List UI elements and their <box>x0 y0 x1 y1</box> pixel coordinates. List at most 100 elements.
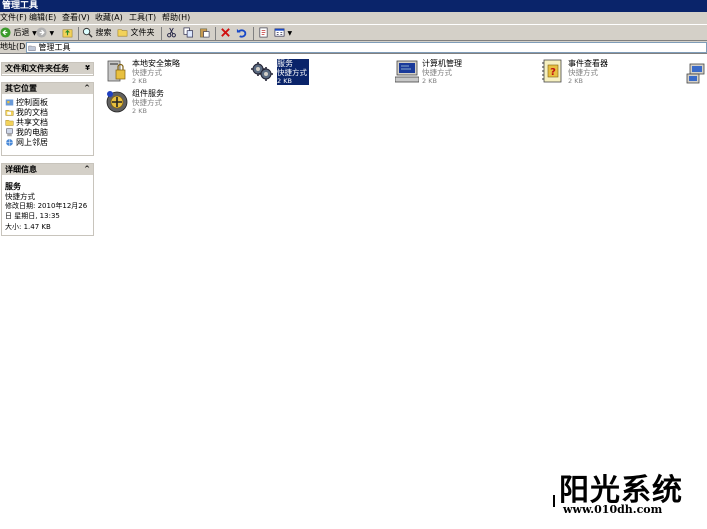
item-size: 2 KB <box>277 77 309 85</box>
item-type: 快捷方式 <box>132 68 162 77</box>
item-name: 组件服务 <box>132 89 164 98</box>
file-folder-tasks-header[interactable]: 文件和文件夹任务 ¥ <box>2 63 93 74</box>
window-title: 管理工具 <box>2 1 39 11</box>
task-pane: 文件和文件夹任务 ¥ 其它位置 ^ 控制面板 我的文档 共享文档 我的电脑 网上… <box>0 55 99 529</box>
watermark-logo: 阳光系统 www.010dh.com <box>553 465 703 516</box>
forward-button[interactable]: ▼ <box>36 27 54 39</box>
toolbar-separator <box>161 27 162 40</box>
back-arrow-icon <box>0 27 11 38</box>
toolbar-separator <box>253 27 254 40</box>
network-computers-icon <box>686 63 705 84</box>
item-type: 快捷方式 <box>568 68 598 77</box>
item-size: 2 KB <box>422 77 437 85</box>
views-button[interactable]: ▼ <box>274 27 292 39</box>
my-computer-icon <box>6 128 13 137</box>
menu-file[interactable]: 文件(F) <box>0 12 27 24</box>
item-size: 2 KB <box>132 107 147 115</box>
network-places-icon <box>6 139 13 146</box>
place-link-my-documents[interactable]: 我的文档 <box>5 108 48 118</box>
item-partially-visible[interactable] <box>686 61 707 85</box>
control-panel-icon <box>5 99 14 106</box>
shared-documents-icon <box>5 120 14 126</box>
file-folder-tasks-panel: 文件和文件夹任务 ¥ <box>1 62 94 76</box>
address-bar: 地址(D) 管理工具 <box>0 41 707 54</box>
item-type: 快捷方式 <box>277 68 309 77</box>
item-size: 2 KB <box>568 77 583 85</box>
delete-button[interactable] <box>220 27 231 39</box>
menu-favorites[interactable]: 收藏(A) <box>95 12 123 24</box>
menu-view[interactable]: 查看(V) <box>62 12 90 24</box>
back-button[interactable]: 后退 ▼ <box>0 27 37 39</box>
chevron-down-icon[interactable]: ¥ <box>85 63 90 74</box>
address-value: 管理工具 <box>38 43 71 52</box>
undo-button[interactable] <box>236 27 247 39</box>
admin-tools-folder-icon <box>28 45 36 51</box>
details-modified: 修改日期: 2010年12月26日 星期日, 13:35 <box>5 202 88 220</box>
toolbar-separator <box>215 27 216 40</box>
chevron-up-icon[interactable]: ^ <box>84 164 90 175</box>
details-panel: 详细信息 ^ 服务 快捷方式 修改日期: 2010年12月26日 星期日, 13… <box>1 163 94 236</box>
my-documents-icon <box>5 110 14 116</box>
menu-tools[interactable]: 工具(T) <box>129 12 156 24</box>
search-label: 搜索 <box>95 28 112 37</box>
item-services[interactable]: 服务 快捷方式 2 KB <box>250 59 390 89</box>
up-folder-icon <box>62 29 73 38</box>
menu-help[interactable]: 帮助(H) <box>162 12 190 24</box>
place-link-shared-documents[interactable]: 共享文档 <box>5 118 48 128</box>
item-type: 快捷方式 <box>422 68 452 77</box>
menu-edit[interactable]: 编辑(E) <box>29 12 56 24</box>
toolbar-separator <box>78 27 79 40</box>
toolbar: 后退 ▼ ▼ 搜索 文件夹 ▼ <box>0 24 707 41</box>
window-title-bar: 管理工具 <box>0 0 707 12</box>
forward-arrow-icon <box>36 27 47 38</box>
cut-button[interactable] <box>166 27 177 39</box>
item-name: 事件查看器 <box>568 59 608 68</box>
component-services-icon <box>106 91 128 113</box>
paste-icon <box>200 28 210 38</box>
search-icon <box>82 27 93 38</box>
security-policy-icon <box>107 60 126 82</box>
other-places-header[interactable]: 其它位置 ^ <box>2 83 93 94</box>
place-link-network-places[interactable]: 网上邻居 <box>5 138 48 148</box>
event-viewer-icon: ? <box>542 59 562 83</box>
item-name: 本地安全策略 <box>132 59 180 68</box>
watermark-url: www.010dh.com <box>563 503 663 516</box>
details-size: 大小: 1.47 KB <box>5 223 51 231</box>
item-computer-management[interactable]: 计算机管理 快捷方式 2 KB <box>395 59 535 89</box>
details-header[interactable]: 详细信息 ^ <box>2 164 93 175</box>
folders-label: 文件夹 <box>130 28 155 37</box>
views-icon <box>274 28 285 37</box>
folder-icon <box>117 29 128 37</box>
back-label: 后退 <box>13 28 30 37</box>
item-local-security-policy[interactable]: 本地安全策略 快捷方式 2 KB <box>105 59 245 89</box>
computer-management-icon <box>395 60 419 83</box>
copy-button[interactable] <box>183 27 194 39</box>
paste-button[interactable] <box>199 27 210 39</box>
other-places-title: 其它位置 <box>5 84 37 93</box>
menu-bar: 文件(F) 编辑(E) 查看(V) 收藏(A) 工具(T) 帮助(H) <box>0 12 707 24</box>
place-link-my-computer[interactable]: 我的电脑 <box>5 128 48 138</box>
item-event-viewer[interactable]: ? 事件查看器 快捷方式 2 KB <box>541 59 681 89</box>
item-name: 服务 <box>277 59 309 68</box>
item-size: 2 KB <box>132 77 147 85</box>
delete-x-icon <box>221 28 230 37</box>
details-title: 详细信息 <box>5 165 37 174</box>
address-label: 地址(D) <box>0 42 29 51</box>
undo-icon <box>236 28 247 38</box>
item-name: 计算机管理 <box>422 59 462 68</box>
address-input[interactable]: 管理工具 <box>26 42 707 53</box>
up-folder-button[interactable] <box>62 27 73 39</box>
copy-icon <box>183 27 193 38</box>
svg-text:?: ? <box>550 67 556 78</box>
watermark-bar <box>553 495 555 507</box>
properties-icon <box>259 27 268 38</box>
other-places-panel: 其它位置 ^ 控制面板 我的文档 共享文档 我的电脑 网上邻居 <box>1 82 94 156</box>
properties-button[interactable] <box>258 27 269 39</box>
item-component-services[interactable]: 组件服务 快捷方式 2 KB <box>105 89 245 119</box>
chevron-up-icon[interactable]: ^ <box>84 83 90 94</box>
folders-button[interactable]: 文件夹 <box>117 27 155 39</box>
search-button[interactable]: 搜索 <box>82 27 112 39</box>
scissors-icon <box>167 27 176 38</box>
place-link-control-panel[interactable]: 控制面板 <box>5 98 48 108</box>
services-gears-icon <box>251 62 273 81</box>
